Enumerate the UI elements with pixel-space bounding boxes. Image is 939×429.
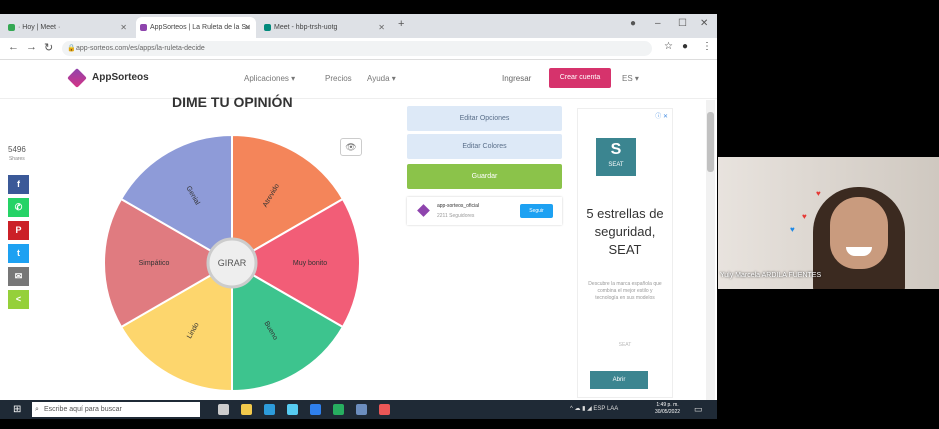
profile-icon[interactable]: ● bbox=[682, 41, 688, 52]
store-icon[interactable] bbox=[287, 404, 298, 415]
login-link[interactable]: Ingresar bbox=[502, 74, 531, 83]
advertisement[interactable]: ⓘ ✕ S SEAT 5 estrellas de seguridad, SEAT… bbox=[577, 108, 673, 398]
share-count-label: Shares bbox=[8, 156, 25, 162]
share-share-icon[interactable]: < bbox=[8, 290, 29, 309]
star-icon[interactable]: ☆ bbox=[664, 41, 673, 52]
share-count-value: 5496 bbox=[8, 145, 26, 154]
file-explorer-icon[interactable] bbox=[241, 404, 252, 415]
chrome-icon[interactable] bbox=[333, 404, 344, 415]
tab-favicon-icon bbox=[264, 24, 271, 31]
heart-decoration-icon: ♥ bbox=[802, 212, 807, 221]
tab-bar: · Hoy | Meet · ✕ AppSorteos | La Ruleta … bbox=[0, 14, 717, 38]
spin-button-label[interactable]: GIRAR bbox=[218, 258, 247, 268]
page-title: DIME TU OPINIÓN bbox=[172, 94, 293, 110]
system-tray[interactable]: ^ ☁ ▮ ◢ ESP LAA bbox=[570, 405, 618, 412]
wheel-segment-label: Simpático bbox=[139, 260, 170, 267]
tab-favicon-icon bbox=[8, 24, 15, 31]
spin-wheel[interactable]: AtrevidoMuy bonitoBuenoLindoSimpáticoGen… bbox=[102, 133, 362, 393]
save-button[interactable]: Guardar bbox=[407, 164, 562, 189]
seat-logo-text: SEAT bbox=[608, 162, 624, 168]
menu-dots-icon[interactable]: ⋮ bbox=[702, 41, 712, 52]
profile-name[interactable]: app-sorteos_oficial bbox=[437, 203, 479, 209]
facebook-share-icon[interactable]: f bbox=[8, 175, 29, 194]
scrollbar-thumb[interactable] bbox=[707, 112, 714, 172]
edge-icon[interactable] bbox=[264, 404, 275, 415]
page-scrollbar[interactable] bbox=[706, 100, 715, 400]
tab-label: · Hoy | Meet · bbox=[18, 24, 61, 31]
create-account-button[interactable]: Crear cuenta bbox=[549, 68, 611, 88]
record-indicator-icon: ● bbox=[630, 18, 637, 29]
tab-label: Meet - hbp-trsh-uotg bbox=[274, 24, 338, 31]
taskbar-search-input[interactable]: ⌕ Escribe aquí para buscar bbox=[32, 402, 200, 417]
ad-open-button[interactable]: Abrir bbox=[590, 371, 648, 389]
tab-meet-call[interactable]: Meet - hbp-trsh-uotg ✕ bbox=[260, 17, 390, 38]
close-icon[interactable]: ✕ bbox=[244, 17, 251, 38]
close-icon[interactable]: ✕ bbox=[378, 17, 385, 38]
lock-icon: 🔒 bbox=[67, 45, 76, 52]
forward-icon[interactable]: → bbox=[26, 41, 37, 53]
site-header: AppSorteos Aplicaciones ▾ Precios Ayuda … bbox=[0, 60, 717, 99]
new-tab-icon[interactable]: + bbox=[398, 18, 404, 30]
tab-meet-home[interactable]: · Hoy | Meet · ✕ bbox=[4, 17, 132, 38]
windows-taskbar: ⊞ ⌕ Escribe aquí para buscar ^ ☁ ▮ ◢ ESP… bbox=[0, 400, 717, 419]
email-share-icon[interactable]: ✉ bbox=[8, 267, 29, 286]
notifications-icon[interactable]: ▭ bbox=[694, 404, 703, 415]
profile-card: app-sorteos_oficial 2211 Seguidores Segu… bbox=[407, 197, 562, 225]
windows-start-icon[interactable]: ⊞ bbox=[13, 404, 24, 415]
menu-precios[interactable]: Precios bbox=[325, 74, 352, 83]
clock-date: 30/05/2022 bbox=[655, 409, 681, 415]
participant-name: Yuly Marcela ARDILA FUENTES bbox=[720, 272, 822, 279]
edit-options-button[interactable]: Editar Opciones bbox=[407, 106, 562, 131]
reload-icon[interactable]: ↻ bbox=[44, 41, 53, 54]
profile-followers: 2211 Seguidores bbox=[437, 213, 475, 219]
bottom-letterbox bbox=[0, 419, 939, 429]
follow-button[interactable]: Seguir bbox=[520, 204, 553, 218]
close-icon[interactable]: ✕ bbox=[120, 17, 127, 38]
adchoices-icon[interactable]: ⓘ ✕ bbox=[655, 111, 668, 120]
whatsapp-share-icon[interactable]: ✆ bbox=[8, 198, 29, 217]
close-window-icon[interactable]: ✕ bbox=[700, 18, 708, 29]
tab-label: AppSorteos | La Ruleta de la Su bbox=[150, 24, 250, 31]
tab-appsorteos[interactable]: AppSorteos | La Ruleta de la Su ✕ bbox=[136, 17, 256, 38]
ad-body: Descubre la marca española que combina e… bbox=[588, 281, 662, 301]
heart-decoration-icon: ♥ bbox=[790, 225, 795, 234]
minimize-icon[interactable]: – bbox=[655, 18, 661, 29]
search-icon: ⌕ bbox=[35, 406, 39, 413]
logo-text[interactable]: AppSorteos bbox=[92, 72, 149, 83]
participant-face bbox=[830, 197, 888, 269]
appsorteos-logo-icon[interactable] bbox=[67, 68, 87, 88]
menu-aplicaciones[interactable]: Aplicaciones ▾ bbox=[244, 74, 295, 83]
seat-logo-icon: S SEAT bbox=[596, 138, 636, 176]
language-selector[interactable]: ES ▾ bbox=[622, 74, 639, 83]
heart-decoration-icon: ♥ bbox=[816, 189, 821, 198]
address-bar-row: ← → ↻ 🔒 app-sorteos.com/es/apps/la-rulet… bbox=[0, 38, 717, 60]
browser-window: · Hoy | Meet · ✕ AppSorteos | La Ruleta … bbox=[0, 14, 717, 400]
mail-icon[interactable] bbox=[310, 404, 321, 415]
url-text: app-sorteos.com/es/apps/la-ruleta-decide bbox=[76, 45, 205, 52]
menu-ayuda[interactable]: Ayuda ▾ bbox=[367, 74, 396, 83]
pinterest-share-icon[interactable]: P bbox=[8, 221, 29, 240]
maximize-icon[interactable]: ☐ bbox=[678, 18, 687, 29]
task-view-icon[interactable] bbox=[218, 404, 229, 415]
wheel-segment-label: Muy bonito bbox=[293, 260, 327, 267]
ad-headline[interactable]: 5 estrellas de seguridad, SEAT bbox=[582, 205, 668, 259]
url-field[interactable]: 🔒 app-sorteos.com/es/apps/la-ruleta-deci… bbox=[62, 41, 652, 56]
back-icon[interactable]: ← bbox=[8, 41, 19, 53]
taskbar-clock[interactable]: 1:49 p. m. 30/05/2022 bbox=[655, 402, 680, 416]
search-placeholder: Escribe aquí para buscar bbox=[44, 406, 122, 413]
profile-logo-icon bbox=[417, 204, 430, 217]
edit-colors-button[interactable]: Editar Colores bbox=[407, 134, 562, 159]
teams-icon[interactable] bbox=[356, 404, 367, 415]
video-call-tile[interactable]: ♥ ♥ ♥ Yuly Marcela ARDILA FUENTES bbox=[718, 157, 939, 289]
clock-time: 1:49 p. m. bbox=[656, 402, 679, 408]
tab-favicon-icon bbox=[140, 24, 147, 31]
twitter-share-icon[interactable]: t bbox=[8, 244, 29, 263]
ad-brand: SEAT bbox=[618, 342, 632, 348]
share-count: 5496 Shares bbox=[8, 146, 26, 163]
firefox-icon[interactable] bbox=[379, 404, 390, 415]
